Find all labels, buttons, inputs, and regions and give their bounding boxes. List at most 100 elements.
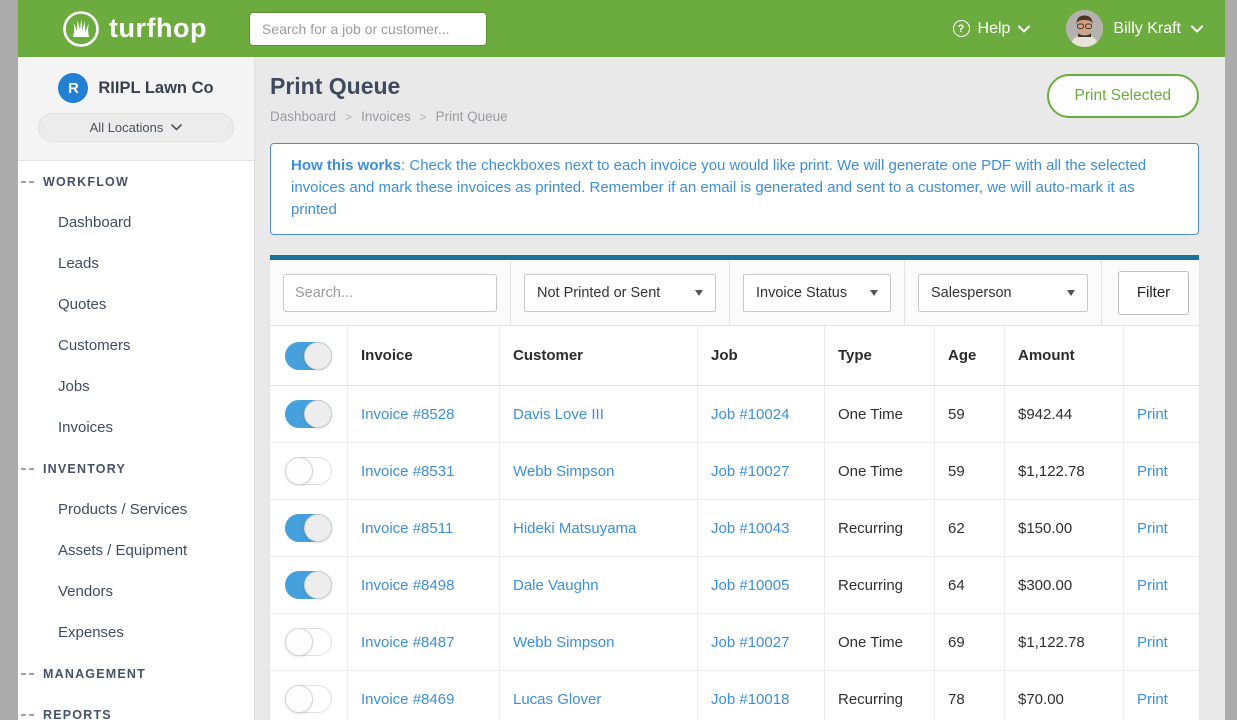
job-link[interactable]: Job #10024 [711, 406, 789, 423]
invoice-age: 62 [935, 500, 1005, 556]
printed-filter-select[interactable]: Not Printed or Sent [524, 274, 716, 312]
company-name: RIIPL Lawn Co [98, 79, 213, 98]
locations-dropdown[interactable]: All Locations [38, 113, 234, 142]
print-link[interactable]: Print [1137, 406, 1168, 423]
sidebar-item-assets-equipment[interactable]: Assets / Equipment [18, 530, 254, 571]
turfhop-grass-icon [62, 10, 100, 48]
sidebar-company-section: R RIIPL Lawn Co All Locations [18, 57, 254, 161]
invoice-select-toggle[interactable] [285, 514, 332, 542]
column-header-print [1124, 326, 1199, 385]
print-queue-panel: Not Printed or Sent Invoice Status Sales… [270, 255, 1199, 720]
toggle-knob [304, 571, 332, 599]
select-all-toggle[interactable] [285, 342, 332, 370]
select-caret-icon [695, 290, 703, 296]
column-header-age: Age [935, 326, 1005, 385]
customer-link[interactable]: Lucas Glover [513, 691, 601, 708]
job-link[interactable]: Job #10027 [711, 463, 789, 480]
chevron-down-icon [1191, 25, 1203, 33]
table-row: Invoice #8531 Webb Simpson Job #10027 On… [270, 443, 1199, 500]
job-link[interactable]: Job #10043 [711, 520, 789, 537]
main-content: Print Queue Dashboard > Invoices > Print… [255, 57, 1225, 720]
print-link[interactable]: Print [1137, 691, 1168, 708]
app-logo[interactable]: turfhop [62, 10, 207, 48]
vertical-scrollbar[interactable] [1225, 0, 1237, 720]
logo-text: turfhop [109, 13, 207, 44]
help-menu[interactable]: ? Help [953, 20, 1031, 38]
chevron-down-icon [171, 124, 182, 131]
table-row: Invoice #8528 Davis Love III Job #10024 … [270, 386, 1199, 443]
filter-bar: Not Printed or Sent Invoice Status Sales… [270, 260, 1199, 326]
print-selected-button[interactable]: Print Selected [1047, 74, 1200, 118]
invoice-type: Recurring [825, 557, 935, 613]
customer-link[interactable]: Webb Simpson [513, 463, 614, 480]
column-header-job: Job [698, 326, 825, 385]
invoice-type: One Time [825, 614, 935, 670]
filter-button[interactable]: Filter [1118, 271, 1189, 315]
section-dash-icon [21, 673, 34, 675]
invoice-link[interactable]: Invoice #8531 [361, 463, 454, 480]
column-header-customer: Customer [500, 326, 698, 385]
sidebar-item-leads[interactable]: Leads [18, 243, 254, 284]
invoice-link[interactable]: Invoice #8487 [361, 634, 454, 651]
table-header-row: Invoice Customer Job Type Age Amount [270, 326, 1199, 386]
invoice-select-toggle[interactable] [285, 400, 332, 428]
user-menu[interactable]: Billy Kraft [1066, 10, 1203, 47]
customer-link[interactable]: Hideki Matsuyama [513, 520, 636, 537]
invoice-amount: $1,122.78 [1005, 443, 1124, 499]
invoice-amount: $942.44 [1005, 386, 1124, 442]
customer-link[interactable]: Dale Vaughn [513, 577, 599, 594]
invoice-link[interactable]: Invoice #8528 [361, 406, 454, 423]
print-link[interactable]: Print [1137, 520, 1168, 537]
sidebar-item-vendors[interactable]: Vendors [18, 571, 254, 612]
sidebar-item-products-services[interactable]: Products / Services [18, 489, 254, 530]
sidebar-item-dashboard[interactable]: Dashboard [18, 202, 254, 243]
print-link[interactable]: Print [1137, 463, 1168, 480]
breadcrumb-dashboard[interactable]: Dashboard [270, 109, 336, 124]
sidebar-item-expenses[interactable]: Expenses [18, 612, 254, 653]
invoice-link[interactable]: Invoice #8511 [361, 520, 453, 537]
toggle-knob [304, 342, 332, 370]
toggle-knob [304, 514, 332, 542]
job-link[interactable]: Job #10005 [711, 577, 789, 594]
print-link[interactable]: Print [1137, 577, 1168, 594]
info-box-title: How this works [291, 157, 401, 174]
job-link[interactable]: Job #10027 [711, 634, 789, 651]
print-link[interactable]: Print [1137, 634, 1168, 651]
toggle-knob [285, 685, 313, 713]
sidebar-item-invoices[interactable]: Invoices [18, 407, 254, 448]
job-link[interactable]: Job #10018 [711, 691, 789, 708]
customer-link[interactable]: Davis Love III [513, 406, 604, 423]
global-search-input[interactable] [249, 12, 487, 46]
customer-link[interactable]: Webb Simpson [513, 634, 614, 651]
sidebar-item-quotes[interactable]: Quotes [18, 284, 254, 325]
invoice-select-toggle[interactable] [285, 571, 332, 599]
help-icon: ? [953, 20, 970, 37]
invoice-select-toggle[interactable] [285, 628, 332, 656]
locations-label: All Locations [90, 120, 164, 135]
sidebar-nav: WORKFLOW Dashboard Leads Quotes Customer… [18, 161, 254, 720]
column-header-type: Type [825, 326, 935, 385]
invoice-type: One Time [825, 443, 935, 499]
column-header-amount: Amount [1005, 326, 1124, 385]
breadcrumb-invoices[interactable]: Invoices [361, 109, 411, 124]
invoice-select-toggle[interactable] [285, 685, 332, 713]
sidebar-item-jobs[interactable]: Jobs [18, 366, 254, 407]
salesperson-select[interactable]: Salesperson [918, 274, 1088, 312]
invoice-status-select[interactable]: Invoice Status [743, 274, 891, 312]
toggle-knob [304, 400, 332, 428]
breadcrumb-print-queue: Print Queue [436, 109, 508, 124]
app-header: turfhop ? Help Billy Kraft [18, 0, 1225, 57]
invoice-amount: $1,122.78 [1005, 614, 1124, 670]
table-search-input[interactable] [283, 274, 497, 312]
invoice-amount: $300.00 [1005, 557, 1124, 613]
toggle-knob [285, 457, 313, 485]
invoice-select-toggle[interactable] [285, 457, 332, 485]
info-box-text: : Check the checkboxes next to each invo… [291, 157, 1146, 218]
section-dash-icon [21, 714, 34, 716]
invoice-link[interactable]: Invoice #8469 [361, 691, 454, 708]
sidebar-section-header: WORKFLOW [18, 161, 254, 202]
help-label: Help [978, 20, 1011, 38]
invoice-table: Invoice Customer Job Type Age Amount Inv… [270, 326, 1199, 720]
sidebar-item-customers[interactable]: Customers [18, 325, 254, 366]
invoice-link[interactable]: Invoice #8498 [361, 577, 454, 594]
